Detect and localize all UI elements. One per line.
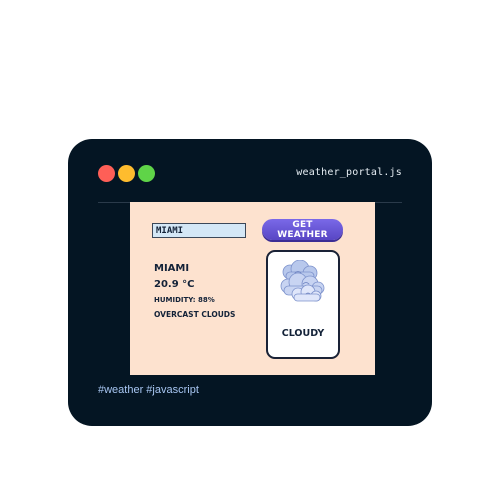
minimize-dot[interactable] — [118, 165, 135, 182]
maximize-dot[interactable] — [138, 165, 155, 182]
code-window: weather_portal.js GET WEATHER MIAMI 20.9… — [68, 139, 432, 426]
weather-info: MIAMI 20.9 °C HUMIDITY: 88% OVERCAST CLO… — [154, 262, 235, 320]
city-search-input[interactable] — [152, 223, 246, 238]
weather-description: OVERCAST CLOUDS — [154, 310, 236, 319]
get-weather-button[interactable]: GET WEATHER — [262, 219, 343, 240]
weather-card: CLOUDY — [266, 250, 340, 359]
city-name: MIAMI — [154, 263, 190, 274]
hashtags: #weather #javascript — [98, 384, 199, 396]
cloud-icon — [280, 260, 325, 302]
humidity: HUMIDITY: 88% — [154, 296, 215, 304]
close-dot[interactable] — [98, 165, 115, 182]
window-filename: weather_portal.js — [296, 167, 402, 178]
weather-app-panel: GET WEATHER MIAMI 20.9 °C HUMIDITY: 88% … — [130, 202, 375, 375]
temperature: 20.9 °C — [154, 279, 195, 290]
weather-condition: CLOUDY — [281, 328, 325, 339]
